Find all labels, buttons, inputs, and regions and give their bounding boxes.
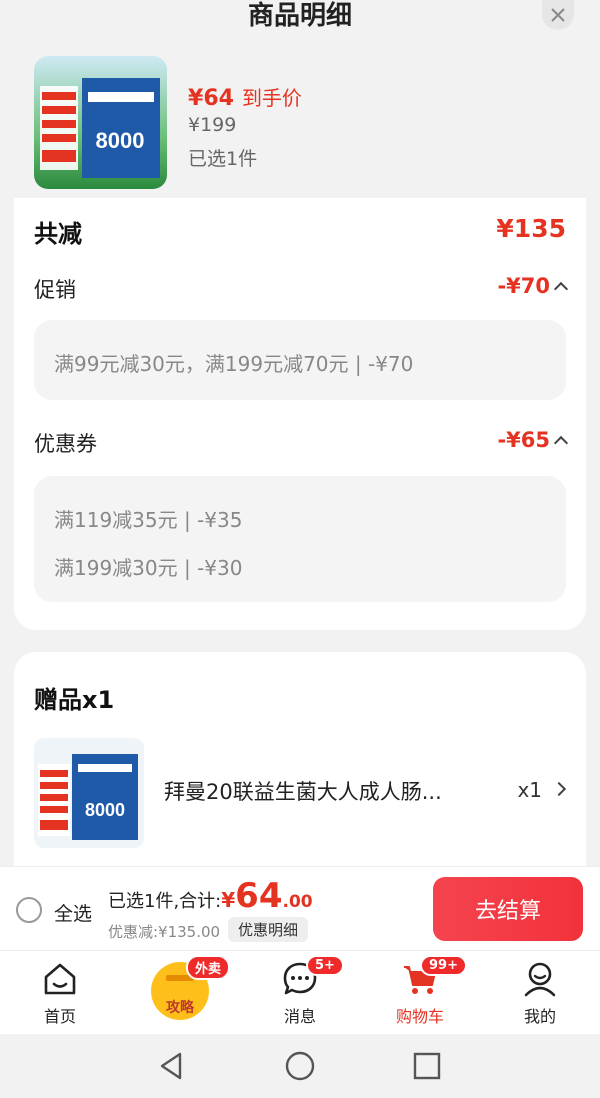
coupon-details: 满119减35元 | -¥35 满199减30元 | -¥30 bbox=[34, 476, 566, 602]
tab-label: 攻略 bbox=[166, 1000, 194, 1016]
price-tag: 到手价 bbox=[241, 86, 302, 110]
promo-label: 促销 bbox=[34, 278, 76, 302]
gift-thumb-text: 8000 bbox=[85, 800, 125, 820]
tab-guide[interactable]: 攻略 外卖 bbox=[120, 951, 240, 1035]
product-price-row: ¥ 64 到手价 bbox=[188, 82, 302, 111]
tab-label: 首页 bbox=[43, 1007, 76, 1026]
home-icon bbox=[44, 963, 76, 995]
tab-bar: 首页 攻略 外卖 5+ 消息 99+ 购物车 我的 bbox=[0, 950, 600, 1034]
promo-amount: -¥70 bbox=[497, 274, 550, 298]
total-discount-amount: ¥135 bbox=[496, 214, 566, 243]
coupon-toggle[interactable]: -¥65 bbox=[497, 428, 569, 452]
system-nav-bar bbox=[0, 1034, 600, 1098]
coupon-label: 优惠券 bbox=[34, 432, 97, 456]
gift-title: 赠品x1 bbox=[34, 686, 115, 714]
chevron-right-icon[interactable] bbox=[551, 781, 567, 797]
cart-badge: 99+ bbox=[420, 955, 467, 976]
price-value: 64 bbox=[203, 86, 234, 111]
tab-label: 消息 bbox=[283, 1007, 316, 1026]
total-integer: 64 bbox=[235, 876, 283, 916]
sheet-header: 商品明细 8000 ¥ 64 到手价 ¥199 已选1件 bbox=[0, 0, 600, 200]
messages-badge: 5+ bbox=[306, 955, 344, 976]
close-icon bbox=[551, 8, 565, 22]
promo-details: 满99元减30元，满199元减70元 | -¥70 bbox=[34, 320, 566, 400]
chevron-up-icon bbox=[553, 435, 569, 450]
back-icon[interactable] bbox=[156, 1050, 188, 1082]
discount-card: 共减 ¥135 促销 -¥70 满99元减30元，满199元减70元 | -¥7… bbox=[14, 198, 586, 630]
sheet-title: 商品明细 bbox=[247, 1, 352, 31]
promo-toggle[interactable]: -¥70 bbox=[497, 274, 569, 298]
product-thumb-text: 8000 bbox=[96, 128, 145, 153]
total-decimal: .00 bbox=[282, 892, 313, 912]
gift-name[interactable]: 拜曼20联益生菌大人成人肠... bbox=[164, 776, 464, 806]
selected-count: 已选1件 bbox=[188, 148, 258, 170]
tab-label: 我的 bbox=[523, 1007, 556, 1026]
coupon-amount: -¥65 bbox=[497, 428, 550, 452]
total-discount-label: 共减 bbox=[34, 220, 82, 248]
takeout-badge: 外卖 bbox=[186, 955, 231, 980]
checkout-button[interactable]: 去结算 bbox=[433, 877, 583, 941]
gift-card: 赠品x1 8000 拜曼20联益生菌大人成人肠... x1 bbox=[14, 652, 586, 866]
gift-quantity: x1 bbox=[517, 778, 542, 802]
recents-icon[interactable] bbox=[411, 1050, 443, 1082]
discount-detail-button[interactable]: 优惠明细 bbox=[228, 917, 309, 942]
select-all-label[interactable]: 全选 bbox=[54, 899, 92, 926]
saved-amount: 优惠减:¥135.00 bbox=[108, 923, 221, 941]
tab-profile[interactable]: 我的 bbox=[480, 951, 600, 1035]
chevron-up-icon bbox=[553, 281, 569, 296]
coupon-line: 满119减35元 | -¥35 bbox=[54, 508, 243, 532]
profile-icon bbox=[524, 962, 556, 997]
tab-label: 购物车 bbox=[395, 1007, 444, 1026]
tab-messages[interactable]: 5+ 消息 bbox=[240, 951, 360, 1035]
tab-home[interactable]: 首页 bbox=[0, 951, 120, 1035]
total-line: 已选1件,合计: ¥ 64 .00 bbox=[108, 876, 313, 916]
gift-thumbnail: 8000 bbox=[34, 738, 144, 848]
product-thumbnail: 8000 bbox=[34, 56, 167, 189]
summary-prefix: 已选1件,合计: bbox=[108, 891, 222, 912]
select-all-radio[interactable] bbox=[16, 897, 42, 923]
home-circle-icon[interactable] bbox=[284, 1050, 316, 1082]
coupon-line: 满199减30元 | -¥30 bbox=[54, 556, 243, 580]
price-currency: ¥ bbox=[188, 86, 204, 111]
promo-line: 满99元减30元，满199元减70元 | -¥70 bbox=[54, 352, 414, 376]
checkout-bar: 全选 已选1件,合计: ¥ 64 .00 优惠减:¥135.00 优惠明细 去结… bbox=[0, 866, 600, 950]
original-price: ¥199 bbox=[188, 114, 237, 136]
tab-cart[interactable]: 99+ 购物车 bbox=[360, 951, 480, 1035]
total-currency: ¥ bbox=[221, 888, 236, 912]
